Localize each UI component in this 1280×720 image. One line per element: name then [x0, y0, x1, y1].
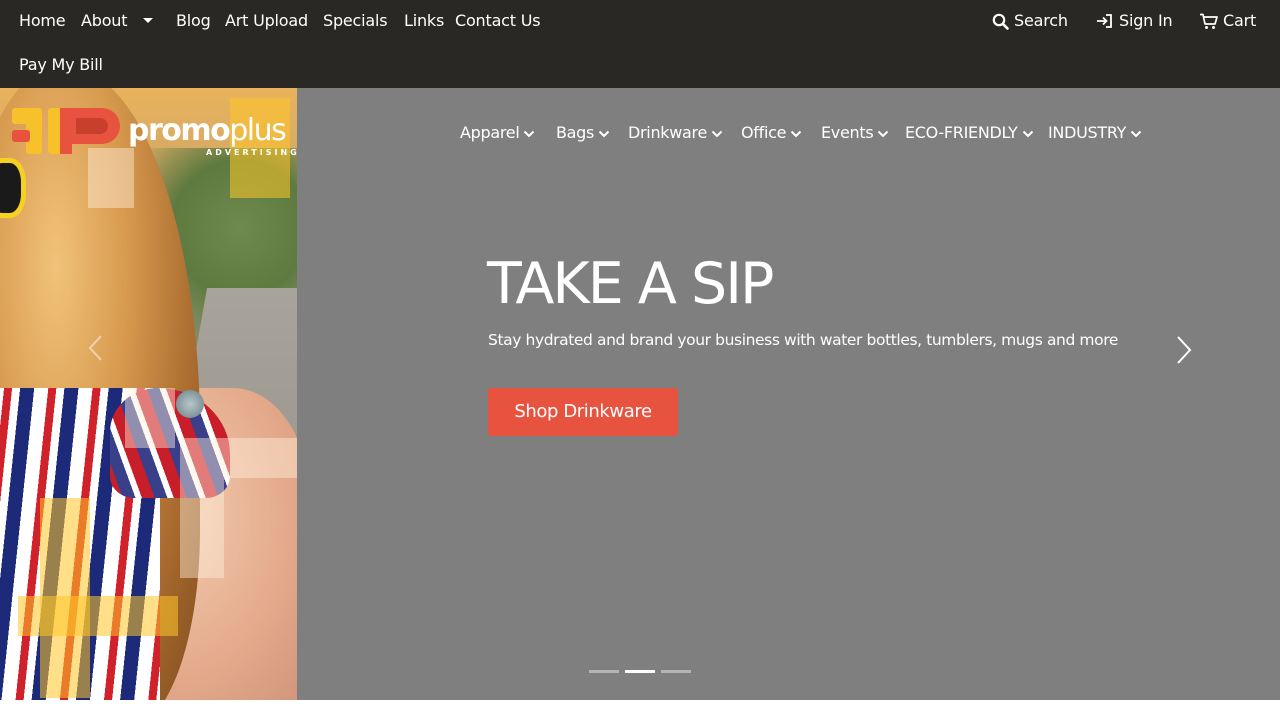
- hero-headline: TAKE A SIP: [487, 251, 774, 317]
- nav-art-upload-link[interactable]: Art Upload: [225, 11, 308, 31]
- hero-subheadline: Stay hydrated and brand your business wi…: [488, 331, 1118, 349]
- cart-icon: [1200, 13, 1218, 29]
- nav-contact-us-link[interactable]: Contact Us: [455, 11, 541, 31]
- chevron-down-icon: [1022, 130, 1033, 138]
- chevron-down-icon: [524, 130, 535, 138]
- nav-home-link[interactable]: Home: [19, 11, 66, 31]
- search-icon: [992, 13, 1009, 30]
- hero-carousel: promoplus ADVERTISING Apparel Bags Drink…: [0, 88, 1280, 700]
- cart-button[interactable]: Cart: [1199, 11, 1256, 31]
- category-bags[interactable]: Bags: [556, 123, 610, 143]
- nav-blog-link[interactable]: Blog: [176, 11, 211, 31]
- promoplus-logo[interactable]: promoplus ADVERTISING: [12, 108, 312, 168]
- category-eco-friendly[interactable]: ECO-FRIENDLY: [905, 123, 1034, 143]
- category-office[interactable]: Office: [741, 123, 802, 143]
- promoplus-logo-mark-icon: [12, 108, 120, 154]
- search-label: Search: [1014, 11, 1068, 30]
- search-button[interactable]: Search: [992, 11, 1068, 31]
- category-industry[interactable]: INDUSTRY: [1048, 123, 1142, 143]
- slide-indicator-3[interactable]: [661, 670, 691, 673]
- about-dropdown-caret-icon[interactable]: [143, 18, 153, 23]
- category-apparel[interactable]: Apparel: [460, 123, 535, 143]
- chevron-down-icon: [711, 130, 723, 138]
- top-navigation-bar: Home About Blog Art Upload Specials Link…: [0, 0, 1280, 88]
- shop-drinkware-button[interactable]: Shop Drinkware: [488, 388, 678, 436]
- slide-indicator-2-active[interactable]: [625, 670, 655, 673]
- sign-in-button[interactable]: Sign In: [1096, 11, 1173, 31]
- nav-links-link[interactable]: Links: [404, 11, 444, 31]
- sign-in-label: Sign In: [1119, 11, 1173, 30]
- chevron-down-icon: [598, 130, 610, 138]
- nav-specials-link[interactable]: Specials: [323, 11, 388, 31]
- cart-label: Cart: [1223, 11, 1257, 30]
- logo-wordmark: promoplus: [128, 113, 287, 148]
- chevron-down-icon: [1130, 130, 1142, 138]
- category-events[interactable]: Events: [821, 123, 889, 143]
- sign-in-icon: [1097, 14, 1112, 28]
- chevron-down-icon: [878, 130, 889, 138]
- logo-tagline: ADVERTISING: [206, 148, 300, 157]
- slide-indicators: [589, 670, 691, 673]
- next-slide-chevron-right-icon[interactable]: [1172, 334, 1196, 366]
- category-drinkware[interactable]: Drinkware: [628, 123, 723, 143]
- nav-pay-my-bill-link[interactable]: Pay My Bill: [19, 55, 103, 75]
- slide-indicator-1[interactable]: [589, 670, 619, 673]
- previous-slide-chevron-left-icon[interactable]: [86, 334, 106, 362]
- hero-photo-woman-drinkware: [0, 88, 297, 700]
- nav-about-link[interactable]: About: [81, 11, 128, 31]
- chevron-down-icon: [790, 130, 802, 138]
